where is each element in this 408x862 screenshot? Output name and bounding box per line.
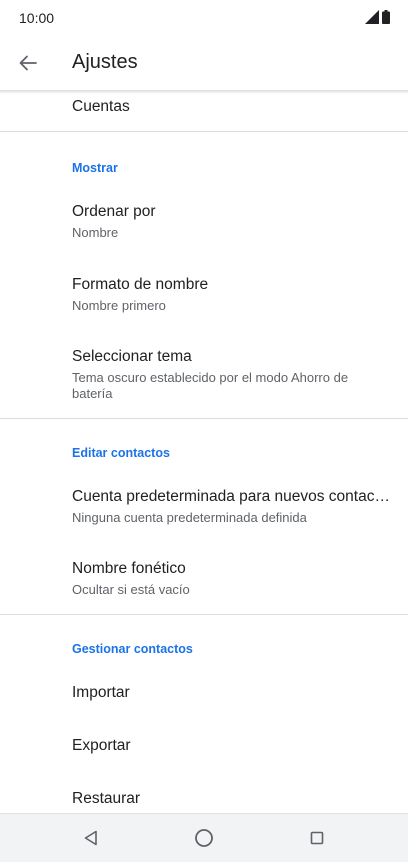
divider	[0, 131, 408, 132]
divider	[0, 614, 408, 615]
section-header-display: Mostrar	[72, 161, 118, 175]
setting-export-title: Exportar	[72, 737, 131, 754]
page-title: Ajustes	[72, 51, 138, 73]
settings-list[interactable]: Cuentas Mostrar Ordenar por Nombre Forma…	[0, 91, 408, 813]
signal-icon	[365, 10, 379, 24]
setting-export[interactable]: Exportar	[72, 737, 394, 755]
status-icons	[365, 10, 390, 24]
square-recents-icon	[310, 831, 324, 845]
setting-phonetic-name-value: Ocultar si está vacío	[72, 582, 190, 597]
section-header-edit-contacts: Editar contactos	[72, 446, 170, 460]
app-bar-shadow	[0, 90, 408, 94]
divider	[0, 418, 408, 419]
setting-accounts-title: Cuentas	[72, 98, 130, 115]
setting-phonetic-name[interactable]: Nombre fonético Ocultar si está vacío	[72, 560, 394, 598]
circle-home-icon	[195, 829, 213, 847]
setting-name-format-title: Formato de nombre	[72, 276, 209, 293]
setting-accounts[interactable]: Cuentas	[72, 98, 394, 116]
setting-default-account-value: Ninguna cuenta predeterminada definida	[72, 510, 307, 525]
navigation-bar	[0, 813, 408, 862]
back-button[interactable]	[13, 48, 43, 78]
setting-restore[interactable]: Restaurar	[72, 790, 394, 808]
arrow-left-icon	[19, 55, 37, 71]
setting-phonetic-name-title: Nombre fonético	[72, 560, 186, 577]
setting-sort-by-value: Nombre	[72, 225, 119, 240]
triangle-back-icon	[84, 830, 97, 846]
nav-back-button[interactable]	[77, 824, 105, 852]
battery-icon	[382, 10, 390, 24]
setting-default-account-title: Cuenta predeterminada para nuevos contac…	[72, 488, 394, 505]
app-bar: Ajustes	[0, 36, 408, 91]
setting-theme-value: Tema oscuro establecido por el modo Ahor…	[72, 370, 349, 401]
setting-import-title: Importar	[72, 684, 130, 701]
status-bar: 10:00	[0, 0, 408, 36]
setting-default-account[interactable]: Cuenta predeterminada para nuevos contac…	[72, 488, 394, 526]
setting-name-format[interactable]: Formato de nombre Nombre primero	[72, 276, 394, 314]
setting-name-format-value: Nombre primero	[72, 298, 166, 313]
section-header-manage-contacts: Gestionar contactos	[72, 642, 193, 656]
setting-theme[interactable]: Seleccionar tema Tema oscuro establecido…	[72, 348, 378, 402]
nav-recents-button[interactable]	[303, 824, 331, 852]
setting-sort-by-title: Ordenar por	[72, 203, 156, 220]
setting-restore-title: Restaurar	[72, 790, 141, 807]
nav-home-button[interactable]	[190, 824, 218, 852]
setting-import[interactable]: Importar	[72, 684, 394, 702]
status-time: 10:00	[19, 10, 55, 26]
setting-sort-by[interactable]: Ordenar por Nombre	[72, 203, 394, 241]
setting-theme-title: Seleccionar tema	[72, 348, 192, 365]
